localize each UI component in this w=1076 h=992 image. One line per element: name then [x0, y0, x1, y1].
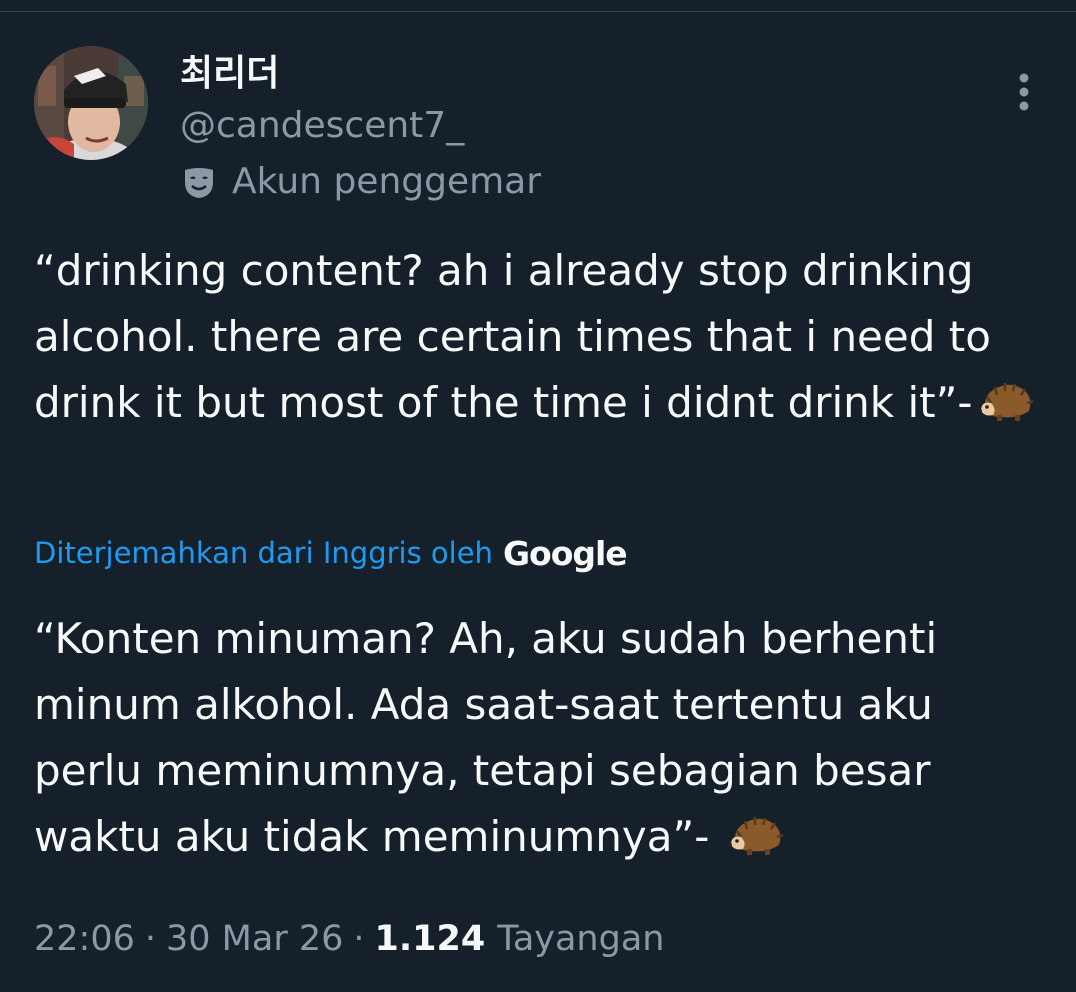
more-options-button[interactable]	[1004, 68, 1044, 116]
mask-icon	[180, 163, 218, 201]
tweet-date[interactable]: 30 Mar 26	[166, 919, 343, 959]
google-logo: Google	[502, 533, 628, 573]
more-dots-icon	[1019, 73, 1029, 111]
top-divider	[0, 0, 1076, 12]
translation-attribution: Diterjemahkan dari Inggris oleh Google	[34, 528, 628, 578]
original-text-content: “drinking content? ah i already stop dri…	[34, 246, 991, 427]
author-name[interactable]: 최리더	[180, 52, 279, 96]
avatar-photo	[34, 46, 148, 160]
views-count[interactable]: 1.124	[375, 919, 486, 959]
tweet-original-text: “drinking content? ah i already stop dri…	[34, 238, 1044, 442]
tweet-meta: 22:06 · 30 Mar 26 · 1.124 Tayangan	[34, 912, 664, 966]
tweet-time[interactable]: 22:06	[34, 919, 135, 959]
hedgehog-icon	[727, 810, 785, 876]
account-label: Akun penggemar	[232, 161, 542, 202]
translation-link[interactable]: Diterjemahkan dari Inggris oleh	[34, 536, 493, 570]
translated-text-content: “Konten minuman? Ah, aku sudah berhenti …	[34, 614, 938, 861]
account-label-row: Akun penggemar	[180, 158, 541, 206]
author-avatar[interactable]	[34, 46, 148, 160]
meta-separator: ·	[353, 919, 365, 959]
hedgehog-icon	[977, 376, 1035, 442]
author-handle[interactable]: @candescent7_	[180, 104, 464, 148]
meta-separator: ·	[144, 919, 157, 959]
tweet-translated-text: “Konten minuman? Ah, aku sudah berhenti …	[34, 606, 1044, 876]
views-label[interactable]: Tayangan	[497, 919, 664, 959]
